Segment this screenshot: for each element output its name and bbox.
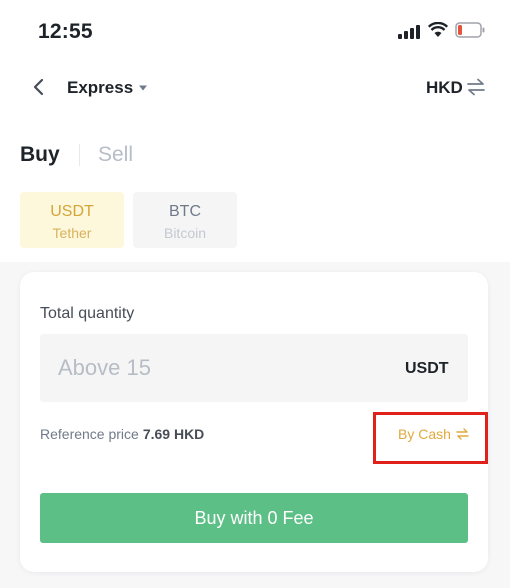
caret-down-icon[interactable] (138, 84, 148, 92)
highlight-box (373, 412, 488, 464)
buy-button[interactable]: Buy with 0 Fee (40, 493, 468, 543)
tab-buy[interactable]: Buy (20, 143, 60, 167)
trade-mode-selector[interactable]: Express (67, 78, 133, 98)
quantity-unit: USDT (405, 360, 449, 377)
cellular-signal-icon (398, 25, 420, 39)
asset-symbol: USDT (50, 203, 94, 220)
asset-chip-usdt[interactable]: USDT Tether (20, 192, 124, 248)
quantity-label: Total quantity (40, 305, 135, 322)
wifi-icon (428, 22, 448, 37)
battery-low-icon (455, 22, 485, 38)
quantity-placeholder[interactable]: Above 15 (58, 355, 151, 381)
back-chevron-icon[interactable] (30, 77, 48, 97)
swap-arrows-icon[interactable] (466, 78, 486, 96)
asset-symbol: BTC (169, 203, 201, 220)
asset-name: Tether (52, 225, 92, 241)
fiat-currency-label[interactable]: HKD (426, 78, 463, 98)
reference-price-label: Reference price (40, 426, 139, 442)
reference-price-value: 7.69 HKD (142, 426, 205, 442)
asset-name: Bitcoin (163, 225, 207, 241)
reference-price: Reference price 7.69 HKD (40, 426, 204, 442)
tab-divider (79, 144, 80, 166)
status-time: 12:55 (38, 20, 93, 43)
asset-chip-btc[interactable]: BTC Bitcoin (133, 192, 237, 248)
tab-sell[interactable]: Sell (98, 143, 133, 167)
